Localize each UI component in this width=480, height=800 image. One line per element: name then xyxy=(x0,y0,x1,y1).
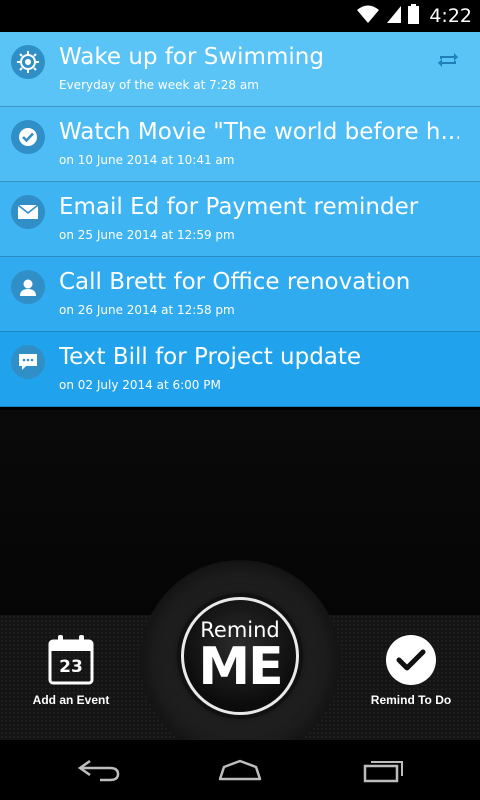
add-event-button[interactable]: 23 Add an Event xyxy=(16,635,126,707)
reminder-list: Wake up for Swimming Everyday of the wee… xyxy=(0,32,480,407)
reminder-subtitle: on 25 June 2014 at 12:59 pm xyxy=(59,228,235,242)
remind-me-button[interactable]: Remind ME xyxy=(181,597,299,715)
signal-icon xyxy=(386,4,402,29)
reminder-item[interactable]: Email Ed for Payment reminder on 25 June… xyxy=(0,182,480,257)
checkmark-icon xyxy=(11,120,45,154)
reminder-subtitle: Everyday of the week at 7:28 am xyxy=(59,78,259,92)
back-button[interactable] xyxy=(74,754,124,786)
add-event-label: Add an Event xyxy=(32,693,110,707)
system-nav-bar xyxy=(0,740,480,800)
status-bar: 4:22 xyxy=(0,0,480,32)
reminder-title: Email Ed for Payment reminder xyxy=(59,194,419,220)
reminder-title: Wake up for Swimming xyxy=(59,44,324,70)
calendar-icon: 23 xyxy=(48,635,94,685)
reminder-title: Text Bill for Project update xyxy=(59,344,362,370)
recent-apps-button[interactable] xyxy=(358,754,408,786)
status-time: 4:22 xyxy=(429,5,472,27)
checkmark-circle-icon xyxy=(386,635,436,685)
remind-todo-label: Remind To Do xyxy=(370,693,452,707)
email-icon xyxy=(11,195,45,229)
message-icon xyxy=(11,345,45,379)
alarm-icon xyxy=(11,45,45,79)
recent-apps-icon xyxy=(363,761,403,783)
reminder-subtitle: on 26 June 2014 at 12:58 pm xyxy=(59,303,235,317)
home-button[interactable] xyxy=(214,754,266,786)
reminder-title: Watch Movie "The world before h... xyxy=(59,119,459,145)
reminder-subtitle: on 02 July 2014 at 6:00 PM xyxy=(59,378,221,392)
back-arrow-icon xyxy=(77,759,120,782)
reminder-item[interactable]: Text Bill for Project update on 02 July … xyxy=(0,332,480,407)
reminder-item[interactable]: Wake up for Swimming Everyday of the wee… xyxy=(0,32,480,107)
contact-icon xyxy=(11,270,45,304)
reminder-item[interactable]: Call Brett for Office renovation on 26 J… xyxy=(0,257,480,332)
reminder-title: Call Brett for Office renovation xyxy=(59,269,411,295)
battery-icon xyxy=(408,3,420,29)
remind-todo-button[interactable]: Remind To Do xyxy=(356,635,466,707)
calendar-day: 23 xyxy=(59,657,83,677)
remind-button-main-text: ME xyxy=(198,637,283,697)
reminder-subtitle: on 10 June 2014 at 10:41 am xyxy=(59,153,235,167)
repeat-icon xyxy=(436,52,460,73)
wifi-icon xyxy=(356,4,380,29)
home-icon xyxy=(218,759,262,781)
reminder-item[interactable]: Watch Movie "The world before h... on 10… xyxy=(0,107,480,182)
